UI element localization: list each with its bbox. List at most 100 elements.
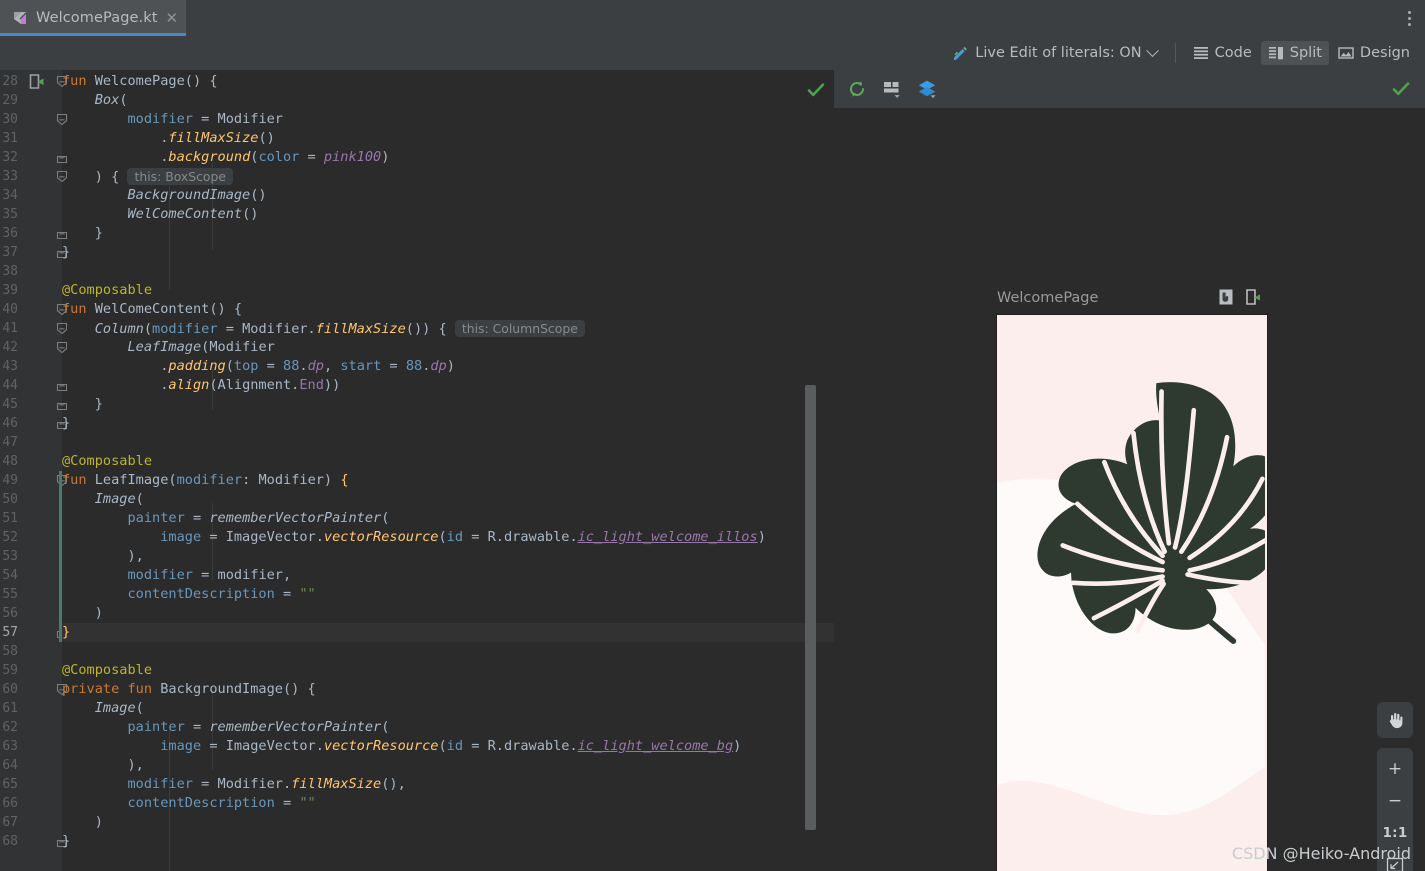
line-number: 42 (0, 338, 18, 357)
code-line[interactable] (62, 433, 834, 452)
code-text-area[interactable]: fun WelcomePage() { Box( modifier = Modi… (62, 70, 834, 871)
code-line[interactable]: contentDescription = "" (62, 585, 834, 604)
code-line[interactable]: } (62, 623, 834, 642)
android-studio-window: WelcomePage.kt ✕ Live Edit of literals: … (0, 0, 1425, 871)
view-mode-split[interactable]: Split (1261, 41, 1329, 65)
line-number: 61 (0, 699, 18, 718)
code-line[interactable]: LeafImage(Modifier (62, 338, 834, 357)
code-line[interactable]: ) (62, 813, 834, 832)
code-line[interactable]: } (62, 243, 834, 262)
code-line[interactable]: } (62, 832, 834, 851)
watermark-text: CSDN @Heiko-Android (1232, 844, 1411, 863)
line-number: 55 (0, 585, 18, 604)
code-line[interactable]: ) (62, 604, 834, 623)
code-line[interactable]: modifier = Modifier.fillMaxSize(), (62, 775, 834, 794)
code-line[interactable]: @Composable (62, 661, 834, 680)
inspection-ok-check[interactable] (806, 80, 826, 100)
editor-tab-welcomepage[interactable]: WelcomePage.kt ✕ (0, 0, 186, 36)
code-line[interactable]: ), (62, 547, 834, 566)
code-line[interactable]: private fun BackgroundImage() { (62, 680, 834, 699)
line-number: 30 (0, 110, 18, 129)
line-number: 37 (0, 243, 18, 262)
code-line[interactable]: image = ImageVector.vectorResource(id = … (62, 737, 834, 756)
code-line[interactable]: } (62, 395, 834, 414)
run-on-device-icon[interactable] (1244, 288, 1262, 306)
preview-canvas[interactable]: WelcomePage (834, 108, 1425, 871)
code-editor[interactable]: 2829303132333435363738394041424344454647… (0, 70, 834, 871)
code-line[interactable]: .padding(top = 88.dp, start = 88.dp) (62, 357, 834, 376)
kotlin-file-icon (12, 10, 28, 26)
line-number: 46 (0, 414, 18, 433)
live-edit-label: Live Edit of literals: ON (975, 45, 1141, 61)
code-line[interactable]: ) { this: BoxScope (62, 167, 834, 186)
chevron-down-icon[interactable] (1146, 44, 1159, 57)
more-options-icon[interactable] (1399, 8, 1419, 28)
line-number: 40 (0, 300, 18, 319)
layout-variants-icon[interactable] (881, 78, 903, 100)
code-line[interactable] (62, 642, 834, 661)
layers-icon[interactable] (916, 78, 938, 100)
line-number: 43 (0, 357, 18, 376)
design-view-icon (1338, 46, 1354, 60)
code-line[interactable]: ), (62, 756, 834, 775)
code-line[interactable]: Column(modifier = Modifier.fillMaxSize()… (62, 319, 834, 338)
code-line[interactable]: .fillMaxSize() (62, 129, 834, 148)
line-number: 28 (0, 72, 18, 91)
code-line[interactable]: image = ImageVector.vectorResource(id = … (62, 528, 834, 547)
preview-inspection-ok-check[interactable] (1391, 79, 1411, 99)
editor-scrollbar[interactable] (801, 70, 823, 871)
code-line[interactable]: } (62, 224, 834, 243)
preview-pan-control[interactable] (1377, 702, 1413, 738)
code-line[interactable]: @Composable (62, 281, 834, 300)
code-line[interactable]: fun WelcomePage() { (62, 72, 834, 91)
hand-pan-icon[interactable] (1377, 705, 1413, 735)
close-icon[interactable]: ✕ (166, 11, 179, 26)
refresh-icon[interactable] (846, 78, 868, 100)
code-line[interactable]: Image( (62, 699, 834, 718)
line-number: 50 (0, 490, 18, 509)
code-view-icon (1193, 46, 1209, 60)
line-number: 36 (0, 224, 18, 243)
line-number: 34 (0, 186, 18, 205)
zoom-in-button[interactable]: + (1377, 754, 1413, 784)
code-line[interactable]: @Composable (62, 452, 834, 471)
line-number: 41 (0, 319, 18, 338)
code-line[interactable]: painter = rememberVectorPainter( (62, 509, 834, 528)
code-line[interactable]: Image( (62, 490, 834, 509)
code-line[interactable]: WelComeContent() (62, 205, 834, 224)
code-line[interactable]: .background(color = pink100) (62, 148, 834, 167)
code-line[interactable]: Box( (62, 91, 834, 110)
line-number: 58 (0, 642, 18, 661)
live-edit-icon (952, 45, 969, 62)
code-line[interactable]: painter = rememberVectorPainter( (62, 718, 834, 737)
interactive-mode-icon[interactable] (1217, 288, 1235, 306)
editor-tab-label: WelcomePage.kt (36, 10, 158, 26)
line-number: 31 (0, 129, 18, 148)
code-line[interactable]: } (62, 414, 834, 433)
line-number: 44 (0, 376, 18, 395)
view-mode-design[interactable]: Design (1331, 41, 1417, 65)
run-gutter-icon[interactable] (28, 73, 46, 91)
view-mode-code[interactable]: Code (1186, 41, 1259, 65)
line-number: 47 (0, 433, 18, 452)
code-line[interactable]: modifier = Modifier (62, 110, 834, 129)
line-number: 57 (0, 623, 18, 642)
code-line[interactable]: BackgroundImage() (62, 186, 834, 205)
editor-scrollbar-thumb[interactable] (805, 385, 816, 830)
live-edit-toggle[interactable]: Live Edit of literals: ON (952, 45, 1164, 62)
preview-toolbar (834, 70, 1425, 108)
code-line[interactable]: fun LeafImage(modifier: Modifier) { (62, 471, 834, 490)
line-number: 62 (0, 718, 18, 737)
editor-gutter[interactable]: 2829303132333435363738394041424344454647… (0, 70, 62, 871)
code-line[interactable] (62, 262, 834, 281)
line-number: 67 (0, 813, 18, 832)
view-mode-group: Code Split (1186, 41, 1425, 65)
code-line[interactable]: fun WelComeContent() { (62, 300, 834, 319)
line-number: 65 (0, 775, 18, 794)
code-line[interactable]: modifier = modifier, (62, 566, 834, 585)
code-line[interactable]: contentDescription = "" (62, 794, 834, 813)
preview-device-frame[interactable] (996, 314, 1268, 871)
toolbar-divider (1175, 43, 1176, 63)
code-line[interactable]: .align(Alignment.End)) (62, 376, 834, 395)
zoom-out-button[interactable]: − (1377, 786, 1413, 816)
